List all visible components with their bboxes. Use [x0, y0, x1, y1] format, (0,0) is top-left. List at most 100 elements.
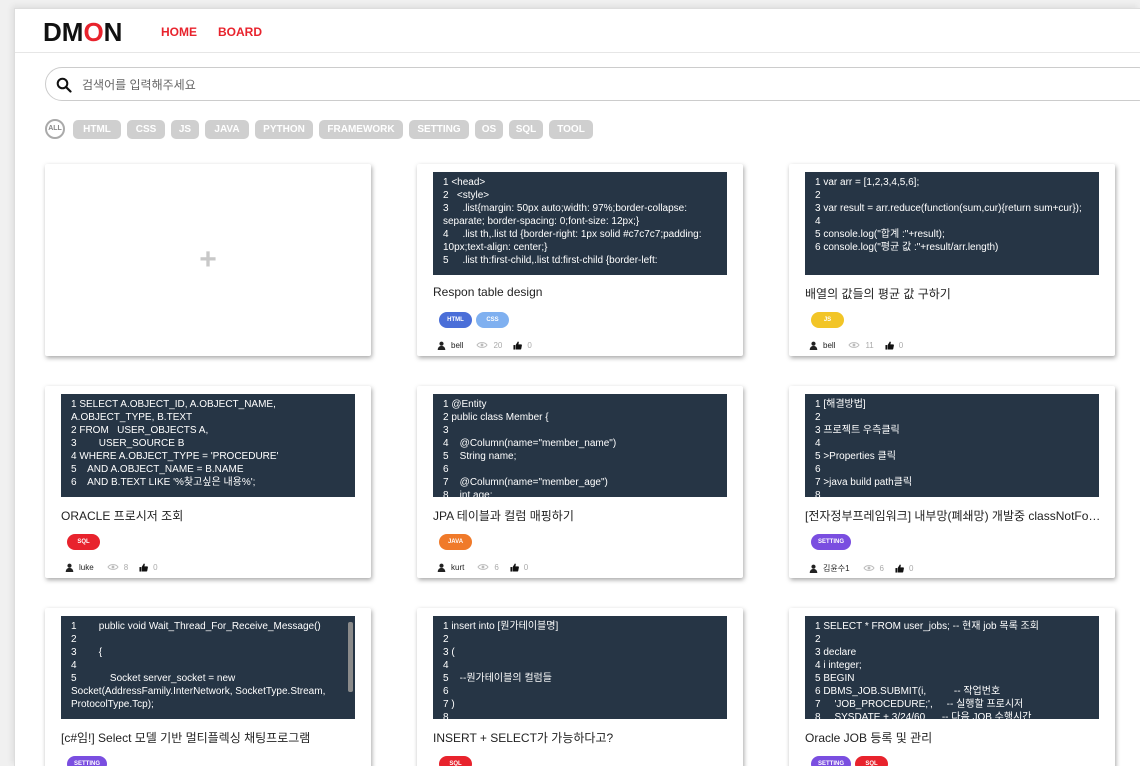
filter-chip-css[interactable]: CSS [127, 120, 165, 139]
eye-icon [107, 563, 119, 572]
thumbs-up-icon[interactable] [895, 564, 904, 573]
post-meta: 김윤수1 6 0 [809, 563, 913, 574]
top-header: DMON HOME BOARD [15, 9, 1140, 53]
post-title[interactable]: ORACLE 프로시저 조회 [61, 507, 361, 524]
code-preview: 1 var arr = [1,2,3,4,5,6]; 2 3 var resul… [805, 172, 1099, 275]
plus-icon: + [199, 243, 217, 276]
thumbs-up-icon[interactable] [885, 341, 894, 350]
post-card[interactable]: 1 SELECT * FROM user_jobs; -- 현재 job 목록 … [789, 608, 1115, 766]
logo-text-dm: DM [43, 17, 84, 47]
thumbs-up-icon[interactable] [139, 563, 149, 572]
logo-text-n: N [103, 17, 123, 47]
like-count: 0 [153, 563, 158, 572]
tag-badge-sql[interactable]: SQL [439, 756, 472, 766]
filter-chip-os[interactable]: OS [475, 120, 503, 139]
post-title[interactable]: 배열의 값들의 평균 값 구하기 [805, 285, 1105, 302]
user-icon [809, 341, 818, 350]
tag-badge-setting[interactable]: SETTING [811, 756, 852, 766]
tag-badge-js[interactable]: JS [811, 312, 844, 328]
post-title[interactable]: Oracle JOB 등록 및 관리 [805, 729, 1105, 746]
post-tags: JAVA [439, 534, 476, 550]
user-icon [437, 563, 446, 572]
tag-badge-sql[interactable]: SQL [855, 756, 889, 766]
search-input[interactable] [82, 76, 982, 94]
code-preview: 1 SELECT A.OBJECT_ID, A.OBJECT_NAME, A.O… [61, 394, 355, 497]
nav-home-link[interactable]: HOME [161, 25, 197, 39]
author-name: bell [823, 341, 836, 350]
filter-chip-java[interactable]: JAVA [205, 120, 249, 139]
post-meta: luke 8 0 [65, 563, 158, 572]
tag-badge-setting[interactable]: SETTING [67, 756, 108, 766]
all-categories-icon[interactable]: ALL [45, 119, 65, 139]
eye-icon [476, 341, 489, 350]
post-card[interactable]: 1 insert into [뭔가테이블명] 2 3 ( 4 5 --뭔가테이블… [417, 608, 743, 766]
tag-badge-html[interactable]: HTML [439, 312, 472, 328]
thumbs-up-icon[interactable] [513, 341, 523, 350]
app-window: DMON HOME BOARD ALL HTMLCSSJSJAVAPYTHONF… [14, 8, 1140, 766]
add-post-card[interactable]: + [45, 164, 371, 356]
post-title[interactable]: Respon table design [433, 285, 733, 299]
post-card[interactable]: 1 var arr = [1,2,3,4,5,6]; 2 3 var resul… [789, 164, 1115, 356]
post-tags: SETTING [811, 534, 855, 550]
like-count: 0 [898, 341, 904, 350]
view-count: 6 [494, 563, 499, 572]
tag-badge-css[interactable]: CSS [476, 312, 509, 328]
site-logo[interactable]: DMON [43, 19, 122, 45]
filter-chip-html[interactable]: HTML [73, 120, 121, 139]
author-name: 김윤수1 [823, 564, 850, 573]
user-icon [809, 564, 818, 573]
view-count: 11 [865, 341, 874, 350]
tag-badge-setting[interactable]: SETTING [811, 534, 852, 550]
code-preview: 1 @Entity 2 public class Member { 3 4 @C… [433, 394, 727, 497]
tag-badge-sql[interactable]: SQL [67, 534, 100, 550]
eye-icon [477, 563, 489, 572]
view-count: 6 [879, 564, 884, 573]
user-icon [65, 563, 74, 572]
post-tags: SQL [67, 534, 104, 550]
filter-chip-framework[interactable]: FRAMEWORK [319, 120, 403, 139]
post-meta: bell 20 0 [437, 341, 532, 350]
post-card[interactable]: 1 @Entity 2 public class Member { 3 4 @C… [417, 386, 743, 578]
code-preview: 1 <head> 2 <style> 3 .list{margin: 50px … [433, 172, 727, 275]
view-count: 8 [123, 563, 129, 572]
post-card[interactable]: 1 [해결방법] 2 3 프로젝트 우측클릭 4 5 >Properties 클… [789, 386, 1115, 578]
author-name: kurt [451, 563, 465, 572]
author-name: luke [79, 563, 94, 572]
search-icon[interactable] [56, 77, 72, 93]
like-count: 0 [523, 563, 529, 572]
code-preview: 1 [해결방법] 2 3 프로젝트 우측클릭 4 5 >Properties 클… [805, 394, 1099, 497]
author-name: bell [451, 341, 464, 350]
thumbs-up-icon[interactable] [510, 563, 519, 572]
filter-chip-python[interactable]: PYTHON [255, 120, 313, 139]
eye-icon [848, 341, 861, 350]
code-preview: 1 SELECT * FROM user_jobs; -- 현재 job 목록 … [805, 616, 1099, 719]
like-count: 0 [908, 564, 914, 573]
post-card[interactable]: 1 SELECT A.OBJECT_ID, A.OBJECT_NAME, A.O… [45, 386, 371, 578]
post-tags: JS [811, 312, 848, 328]
filter-chip-tool[interactable]: TOOL [549, 120, 593, 139]
code-preview: 1 public void Wait_Thread_For_Receive_Me… [61, 616, 355, 719]
post-card[interactable]: 1 public void Wait_Thread_For_Receive_Me… [45, 608, 371, 766]
post-title[interactable]: [전자정부프레임워크] 내부망(폐쇄망) 개발중 classNotFound [805, 507, 1105, 524]
post-meta: bell 11 0 [809, 341, 903, 350]
nav-board-link[interactable]: BOARD [218, 25, 262, 39]
post-meta: kurt 6 0 [437, 563, 528, 572]
post-card[interactable]: 1 <head> 2 <style> 3 .list{margin: 50px … [417, 164, 743, 356]
user-icon [437, 341, 446, 350]
view-count: 20 [493, 341, 503, 350]
code-preview: 1 insert into [뭔가테이블명] 2 3 ( 4 5 --뭔가테이블… [433, 616, 727, 719]
filter-chip-js[interactable]: JS [171, 120, 199, 139]
logo-text-o: O [83, 17, 104, 47]
filter-chip-setting[interactable]: SETTING [409, 120, 469, 139]
tag-badge-java[interactable]: JAVA [439, 534, 472, 550]
post-title[interactable]: [c#임!] Select 모델 기반 멀티플렉싱 채팅프로그램 [61, 729, 361, 746]
post-title[interactable]: INSERT + SELECT가 가능하다고? [433, 729, 733, 746]
post-tags: HTML CSS [439, 312, 513, 328]
search-bar[interactable] [45, 67, 1140, 101]
post-tags: SETTING [67, 756, 111, 766]
post-tags: SQL [439, 756, 476, 766]
post-tags: SETTING SQL [811, 756, 892, 766]
post-title[interactable]: JPA 테이블과 컬럼 매핑하기 [433, 507, 733, 524]
filter-chip-sql[interactable]: SQL [509, 120, 543, 139]
eye-icon [862, 564, 875, 573]
